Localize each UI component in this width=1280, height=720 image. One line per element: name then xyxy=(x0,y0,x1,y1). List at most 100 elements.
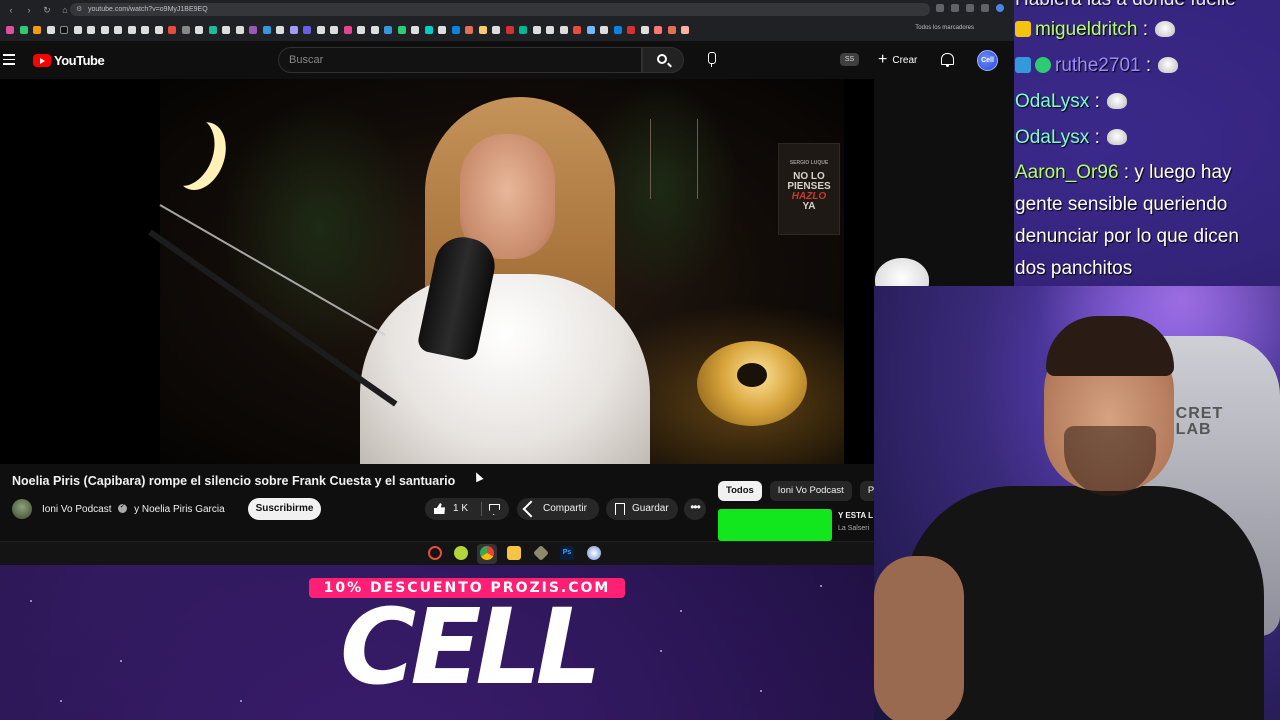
menu-icon[interactable] xyxy=(3,54,15,68)
forward-icon[interactable]: › xyxy=(24,5,34,15)
bookmark-icon[interactable] xyxy=(46,26,55,34)
bookmark-icon[interactable] xyxy=(613,26,622,34)
bookmark-icon[interactable] xyxy=(586,26,595,34)
bookmark-icon[interactable] xyxy=(397,26,406,34)
site-info-icon[interactable]: ⚙ xyxy=(76,3,82,16)
bookmark-icon[interactable] xyxy=(411,26,419,34)
bookmark-icon[interactable] xyxy=(222,26,230,34)
bookmark-icon[interactable] xyxy=(60,26,68,34)
recommendation-channel[interactable]: La Salseri xyxy=(838,525,869,532)
file-explorer-icon[interactable] xyxy=(507,546,521,560)
extension-icon[interactable] xyxy=(966,4,974,12)
bookmark-icon[interactable] xyxy=(343,26,352,34)
photoshop-icon[interactable]: Ps xyxy=(560,546,574,560)
bookmark-icon[interactable] xyxy=(681,26,689,34)
chat-username[interactable]: Aaron_Or96 xyxy=(1015,162,1119,183)
bookmark-icon[interactable] xyxy=(141,26,149,34)
channel-secondary[interactable]: Noelia Piris Garcia xyxy=(142,504,225,515)
bookmark-icon[interactable] xyxy=(438,26,446,34)
video-player[interactable]: SERGIO LUQUE NO LO PIENSES HAZLO YA xyxy=(0,79,874,464)
back-icon[interactable]: ‹ xyxy=(6,5,16,15)
recommendation-thumbnail[interactable] xyxy=(718,509,832,541)
spotify-icon[interactable] xyxy=(454,546,468,560)
channel-primary[interactable]: Ioni Vo Podcast xyxy=(42,504,112,515)
bookmark-icon[interactable] xyxy=(492,26,500,34)
bookmark-icon[interactable] xyxy=(384,26,392,34)
reload-icon[interactable]: ↻ xyxy=(42,5,52,15)
recommendation-title[interactable]: Y ESTA L xyxy=(838,511,873,520)
dislike-icon[interactable] xyxy=(489,504,500,515)
home-icon[interactable]: ⌂ xyxy=(60,5,70,15)
chat-username[interactable]: migueldritch xyxy=(1035,19,1137,40)
chrome-icon[interactable] xyxy=(480,546,494,560)
ss-extension-badge[interactable]: SS xyxy=(840,53,859,66)
bookmark-icon[interactable] xyxy=(600,26,608,34)
voice-search-icon[interactable] xyxy=(698,47,724,73)
bookmark-icon[interactable] xyxy=(195,26,203,34)
bookmark-icon[interactable] xyxy=(451,26,460,34)
channel-avatar[interactable] xyxy=(12,499,32,519)
all-bookmarks-folder[interactable]: Todos los marcadores xyxy=(915,25,974,31)
zoom-icon[interactable] xyxy=(936,4,944,12)
bookmark-icon[interactable] xyxy=(73,26,82,34)
bookmark-icon[interactable] xyxy=(370,26,379,34)
extensions-puzzle-icon[interactable] xyxy=(981,4,989,12)
create-button[interactable]: + Crear xyxy=(872,49,923,71)
bookmark-icon[interactable] xyxy=(640,26,649,34)
notifications-bell-icon[interactable] xyxy=(941,53,954,67)
bookmark-icon[interactable] xyxy=(181,26,190,34)
like-count[interactable]: 1 K xyxy=(453,503,468,514)
bookmark-icon[interactable] xyxy=(154,26,163,34)
record-app-icon[interactable] xyxy=(428,546,442,560)
share-button[interactable]: Compartir xyxy=(517,498,599,520)
bookmark-icon[interactable] xyxy=(357,26,365,34)
bookmark-icon[interactable] xyxy=(465,26,473,34)
bookmark-icon[interactable] xyxy=(532,26,541,34)
bookmark-icon[interactable] xyxy=(114,26,122,34)
chip-channel[interactable]: Ioni Vo Podcast xyxy=(769,481,852,501)
bookmark-icon[interactable] xyxy=(276,26,284,34)
bookmark-icon[interactable] xyxy=(627,26,635,34)
search-button[interactable] xyxy=(642,47,684,73)
app-icon[interactable] xyxy=(533,545,549,561)
bookmark-icon[interactable] xyxy=(100,26,109,34)
like-icon[interactable] xyxy=(434,503,445,514)
bookmark-icon[interactable] xyxy=(235,26,244,34)
bookmark-icon[interactable] xyxy=(505,26,514,34)
bookmark-star-icon[interactable] xyxy=(951,4,959,12)
search-input[interactable]: Buscar xyxy=(278,47,642,73)
bookmark-icon[interactable] xyxy=(478,26,487,34)
chip-podcasts[interactable]: Pó xyxy=(859,481,874,501)
bookmark-icon[interactable] xyxy=(19,26,28,34)
bookmark-icon[interactable] xyxy=(519,26,527,34)
chat-username[interactable]: ruthe2701 xyxy=(1055,55,1141,76)
app-icon[interactable] xyxy=(587,546,601,560)
bookmark-icon[interactable] xyxy=(330,26,338,34)
more-actions-button[interactable]: ••• xyxy=(684,498,706,520)
save-button[interactable]: Guardar xyxy=(606,498,678,520)
bookmark-icon[interactable] xyxy=(654,26,662,34)
bookmark-icon[interactable] xyxy=(424,26,433,34)
account-avatar[interactable]: Cell xyxy=(977,50,998,71)
profile-icon[interactable] xyxy=(996,4,1004,12)
channel-names[interactable]: Ioni Vo Podcast y Noelia Piris Garcia xyxy=(42,502,225,515)
bookmark-icon[interactable] xyxy=(127,26,136,34)
subscribe-button[interactable]: Suscribirme xyxy=(248,498,321,520)
address-bar[interactable]: ⚙ youtube.com/watch?v=o9MyJ1BE9EQ xyxy=(70,3,930,16)
bookmark-icon[interactable] xyxy=(573,26,581,34)
bookmark-icon[interactable] xyxy=(6,26,14,34)
bookmark-icon[interactable] xyxy=(667,26,676,34)
bookmark-icon[interactable] xyxy=(289,26,298,34)
bookmark-icon[interactable] xyxy=(546,26,554,34)
bookmark-icon[interactable] xyxy=(303,26,311,34)
bookmark-icon[interactable] xyxy=(249,26,257,34)
bookmark-icon[interactable] xyxy=(33,26,41,34)
bookmark-icon[interactable] xyxy=(87,26,95,34)
chip-all[interactable]: Todos xyxy=(718,481,762,501)
bookmark-icon[interactable] xyxy=(208,26,217,34)
chat-username[interactable]: OdaLysx xyxy=(1015,127,1089,148)
bookmark-icon[interactable] xyxy=(316,26,325,34)
bookmark-icon[interactable] xyxy=(168,26,176,34)
bookmark-icon[interactable] xyxy=(262,26,271,34)
chat-username[interactable]: OdaLysx xyxy=(1015,91,1089,112)
